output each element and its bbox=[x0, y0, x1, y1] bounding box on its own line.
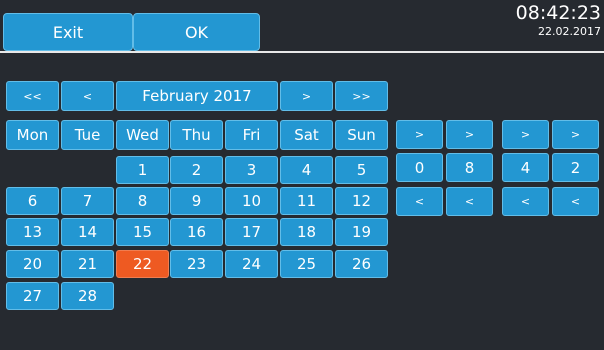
calendar-day[interactable]: 26 bbox=[335, 250, 388, 278]
weekday-wed: Wed bbox=[116, 120, 169, 150]
calendar-day[interactable]: 2 bbox=[170, 156, 223, 184]
minute-tens-up-button[interactable]: > bbox=[502, 120, 549, 149]
weekday-fri: Fri bbox=[225, 120, 278, 150]
minute-ones-up-button[interactable]: > bbox=[552, 120, 599, 149]
calendar-day[interactable]: 1 bbox=[116, 156, 169, 184]
ok-button[interactable]: OK bbox=[133, 13, 260, 51]
calendar-day[interactable]: 4 bbox=[280, 156, 333, 184]
hour-tens-up-button[interactable]: > bbox=[396, 120, 443, 149]
calendar-day[interactable]: 27 bbox=[6, 282, 59, 310]
calendar-day[interactable]: 7 bbox=[61, 187, 114, 215]
minute-ones-down-button[interactable]: < bbox=[552, 187, 599, 216]
prev-year-button[interactable]: << bbox=[6, 81, 59, 111]
hour-tens-digit: 0 bbox=[396, 153, 443, 182]
weekday-tue: Tue bbox=[61, 120, 114, 150]
hour-ones-down-button[interactable]: < bbox=[446, 187, 493, 216]
calendar-day[interactable]: 15 bbox=[116, 218, 169, 246]
calendar-day[interactable]: 16 bbox=[170, 218, 223, 246]
calendar-day[interactable]: 13 bbox=[6, 218, 59, 246]
calendar-day[interactable]: 8 bbox=[116, 187, 169, 215]
weekday-thu: Thu bbox=[170, 120, 223, 150]
next-year-button[interactable]: >> bbox=[335, 81, 388, 111]
calendar-day[interactable]: 12 bbox=[335, 187, 388, 215]
calendar-day[interactable]: 25 bbox=[280, 250, 333, 278]
calendar-day[interactable]: 20 bbox=[6, 250, 59, 278]
calendar-day[interactable]: 11 bbox=[280, 187, 333, 215]
hour-tens-down-button[interactable]: < bbox=[396, 187, 443, 216]
prev-month-button[interactable]: < bbox=[61, 81, 114, 111]
calendar-day[interactable]: 5 bbox=[335, 156, 388, 184]
minute-tens-digit: 4 bbox=[502, 153, 549, 182]
calendar-day[interactable]: 9 bbox=[170, 187, 223, 215]
next-month-button[interactable]: > bbox=[280, 81, 333, 111]
calendar-day[interactable]: 23 bbox=[170, 250, 223, 278]
calendar-day[interactable]: 14 bbox=[61, 218, 114, 246]
weekday-mon: Mon bbox=[6, 120, 59, 150]
month-year-label: February 2017 bbox=[116, 81, 278, 111]
clock-time: 08:42:23 bbox=[515, 2, 601, 24]
minute-ones-digit: 2 bbox=[552, 153, 599, 182]
calendar-day-selected[interactable]: 22 bbox=[116, 250, 169, 278]
calendar-day[interactable]: 21 bbox=[61, 250, 114, 278]
calendar-day[interactable]: 18 bbox=[280, 218, 333, 246]
hour-ones-digit: 8 bbox=[446, 153, 493, 182]
calendar-day[interactable]: 24 bbox=[225, 250, 278, 278]
clock-date: 22.02.2017 bbox=[538, 25, 601, 38]
hour-ones-up-button[interactable]: > bbox=[446, 120, 493, 149]
weekday-sat: Sat bbox=[280, 120, 333, 150]
header-divider bbox=[0, 51, 604, 53]
calendar-day[interactable]: 17 bbox=[225, 218, 278, 246]
calendar-day[interactable]: 6 bbox=[6, 187, 59, 215]
exit-button[interactable]: Exit bbox=[3, 13, 133, 51]
calendar-day[interactable]: 10 bbox=[225, 187, 278, 215]
calendar-day[interactable]: 3 bbox=[225, 156, 278, 184]
weekday-sun: Sun bbox=[335, 120, 388, 150]
minute-tens-down-button[interactable]: < bbox=[502, 187, 549, 216]
calendar-day[interactable]: 28 bbox=[61, 282, 114, 310]
calendar-day[interactable]: 19 bbox=[335, 218, 388, 246]
